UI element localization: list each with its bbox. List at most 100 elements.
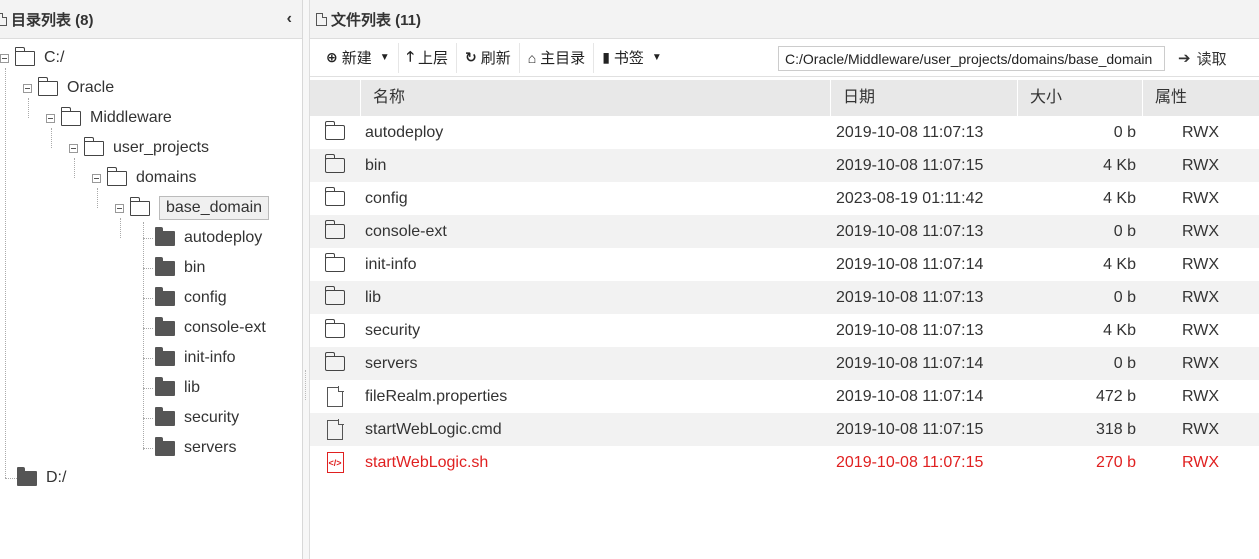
tree-node-security[interactable]: security: [155, 406, 239, 429]
header-attr[interactable]: 属性: [1142, 80, 1259, 116]
read-button[interactable]: ➔ 读取: [1178, 43, 1227, 73]
home-button-label: 主目录: [540, 50, 586, 67]
up-button[interactable]: 🡑 上层: [399, 42, 457, 73]
bookmark-button-label: 书签: [613, 50, 644, 67]
folder-open-icon: [106, 166, 127, 186]
tree-node-c-drive[interactable]: C:/: [0, 46, 64, 69]
folder-icon: [155, 376, 175, 396]
file-attr: RWX: [1181, 321, 1220, 339]
collapse-panel-icon[interactable]: ‹: [287, 10, 292, 28]
folder-icon: [155, 436, 175, 456]
path-input[interactable]: [778, 46, 1165, 71]
tree-node-config[interactable]: config: [155, 286, 227, 309]
folder-open-icon: [60, 106, 81, 126]
tree-node-label: Oracle: [67, 79, 115, 96]
file-date: 2019-10-08 11:07:15: [836, 420, 984, 438]
header-size[interactable]: 大小: [1017, 80, 1142, 116]
file-name[interactable]: startWebLogic.sh: [360, 454, 830, 472]
home-button[interactable]: ⌂ 主目录: [520, 42, 595, 73]
file-date: 2019-10-08 11:07:13: [836, 222, 984, 240]
file-row[interactable]: init-info 2019-10-08 11:07:14 4 Kb RWX: [310, 248, 1259, 281]
file-attr: RWX: [1181, 288, 1220, 306]
bookmark-button[interactable]: ▮ 书签 ▼: [594, 43, 670, 73]
splitter-grip[interactable]: [305, 370, 307, 400]
file-name[interactable]: servers: [360, 355, 830, 373]
file-list-title: 文件列表 (11): [331, 11, 422, 29]
file-attr: RWX: [1181, 453, 1220, 471]
file-date: 2019-10-08 11:07:13: [836, 288, 984, 306]
file-size: 318 b: [1095, 420, 1136, 438]
file-name[interactable]: startWebLogic.cmd: [360, 421, 830, 439]
file-row[interactable]: servers 2019-10-08 11:07:14 0 b RWX: [310, 347, 1259, 380]
file-name[interactable]: fileRealm.properties: [360, 388, 830, 406]
toolbar: ⊕ 新建 ▼ 🡑 上层 ↻ 刷新 ⌂ 主目录 ▮ 书签 ▼ ➔ 读取: [310, 39, 1259, 77]
collapse-toggle-icon[interactable]: [23, 83, 32, 93]
collapse-toggle-icon[interactable]: [92, 173, 101, 183]
tree-node-lib[interactable]: lib: [155, 376, 200, 399]
new-button[interactable]: ⊕ 新建 ▼: [318, 42, 399, 73]
folder-icon: [155, 316, 175, 336]
tree-node-user-projects[interactable]: user_projects: [69, 136, 209, 159]
folder-open-icon: [129, 196, 150, 216]
tree-node-autodeploy[interactable]: autodeploy: [155, 226, 262, 249]
header-date[interactable]: 日期: [830, 80, 1017, 116]
file-size: 4 Kb: [1103, 156, 1136, 174]
folder-icon: [324, 352, 345, 371]
file-name[interactable]: autodeploy: [360, 124, 830, 142]
file-name[interactable]: config: [360, 190, 830, 208]
file-name[interactable]: security: [360, 322, 830, 340]
file-name[interactable]: init-info: [360, 256, 830, 274]
refresh-icon: ↻: [464, 49, 477, 65]
arrow-up-icon: 🡑: [406, 47, 414, 64]
file-name[interactable]: bin: [360, 157, 830, 175]
header-name[interactable]: 名称: [360, 80, 830, 116]
tree-node-label: bin: [184, 259, 206, 276]
file-row[interactable]: autodeploy 2019-10-08 11:07:13 0 b RWX: [310, 116, 1259, 149]
tree-node-console-ext[interactable]: console-ext: [155, 316, 266, 339]
file-row[interactable]: </> startWebLogic.sh 2019-10-08 11:07:15 27…: [310, 446, 1259, 479]
new-button-label: 新建: [341, 50, 372, 67]
file-table: autodeploy 2019-10-08 11:07:13 0 b RWX bin 20…: [310, 116, 1259, 479]
tree-node-oracle[interactable]: Oracle: [23, 76, 115, 99]
file-attr: RWX: [1181, 387, 1220, 405]
tree-node-servers[interactable]: servers: [155, 436, 236, 459]
directory-panel-header: 目录列表 (8): [0, 0, 302, 39]
folder-open-icon: [14, 46, 35, 66]
collapse-toggle-icon[interactable]: [115, 203, 124, 213]
code-file-icon: </>: [326, 452, 344, 473]
file-attr: RWX: [1181, 123, 1220, 141]
collapse-toggle-icon[interactable]: [69, 143, 78, 153]
folder-icon: [324, 187, 345, 206]
file-row[interactable]: lib 2019-10-08 11:07:13 0 b RWX: [310, 281, 1259, 314]
refresh-button-label: 刷新: [480, 50, 511, 67]
table-header: 名称 日期 大小 属性: [310, 80, 1259, 116]
tree-node-base-domain[interactable]: base_domain: [115, 196, 270, 220]
file-size: 0 b: [1113, 354, 1136, 372]
file-attr: RWX: [1181, 156, 1220, 174]
tree-node-label-selected: base_domain: [159, 196, 270, 220]
file-row[interactable]: startWebLogic.cmd 2019-10-08 11:07:15 318 …: [310, 413, 1259, 446]
folder-icon: [155, 256, 175, 276]
collapse-toggle-icon[interactable]: [0, 53, 9, 63]
tree-node-domains[interactable]: domains: [92, 166, 196, 189]
file-row[interactable]: config 2023-08-19 01:11:42 4 Kb RWX: [310, 182, 1259, 215]
tree-node-d-drive[interactable]: D:/: [17, 466, 66, 489]
tree-node-bin[interactable]: bin: [155, 256, 206, 279]
folder-icon: [324, 253, 345, 272]
file-row[interactable]: fileRealm.properties 2019-10-08 11:07:14 4…: [310, 380, 1259, 413]
tree-node-init-info[interactable]: init-info: [155, 346, 236, 369]
file-name[interactable]: console-ext: [360, 223, 830, 241]
file-size: 0 b: [1113, 123, 1136, 141]
file-name[interactable]: lib: [360, 289, 830, 307]
panel-splitter[interactable]: [303, 0, 310, 559]
file-row[interactable]: bin 2019-10-08 11:07:15 4 Kb RWX: [310, 149, 1259, 182]
file-list-panel: 文件列表 (11) ⊕ 新建 ▼ 🡑 上层 ↻ 刷新 ⌂ 主目录 ▮ 书签 ▼ …: [310, 0, 1259, 559]
file-row[interactable]: security 2019-10-08 11:07:13 4 Kb RWX: [310, 314, 1259, 347]
caret-down-icon: ▼: [651, 52, 662, 63]
collapse-toggle-icon[interactable]: [46, 113, 55, 123]
file-row[interactable]: console-ext 2019-10-08 11:07:13 0 b RWX: [310, 215, 1259, 248]
tree-node-label: Middleware: [90, 109, 172, 126]
file-size: 0 b: [1113, 288, 1136, 306]
tree-node-middleware[interactable]: Middleware: [46, 106, 172, 129]
refresh-button[interactable]: ↻ 刷新: [457, 42, 520, 73]
